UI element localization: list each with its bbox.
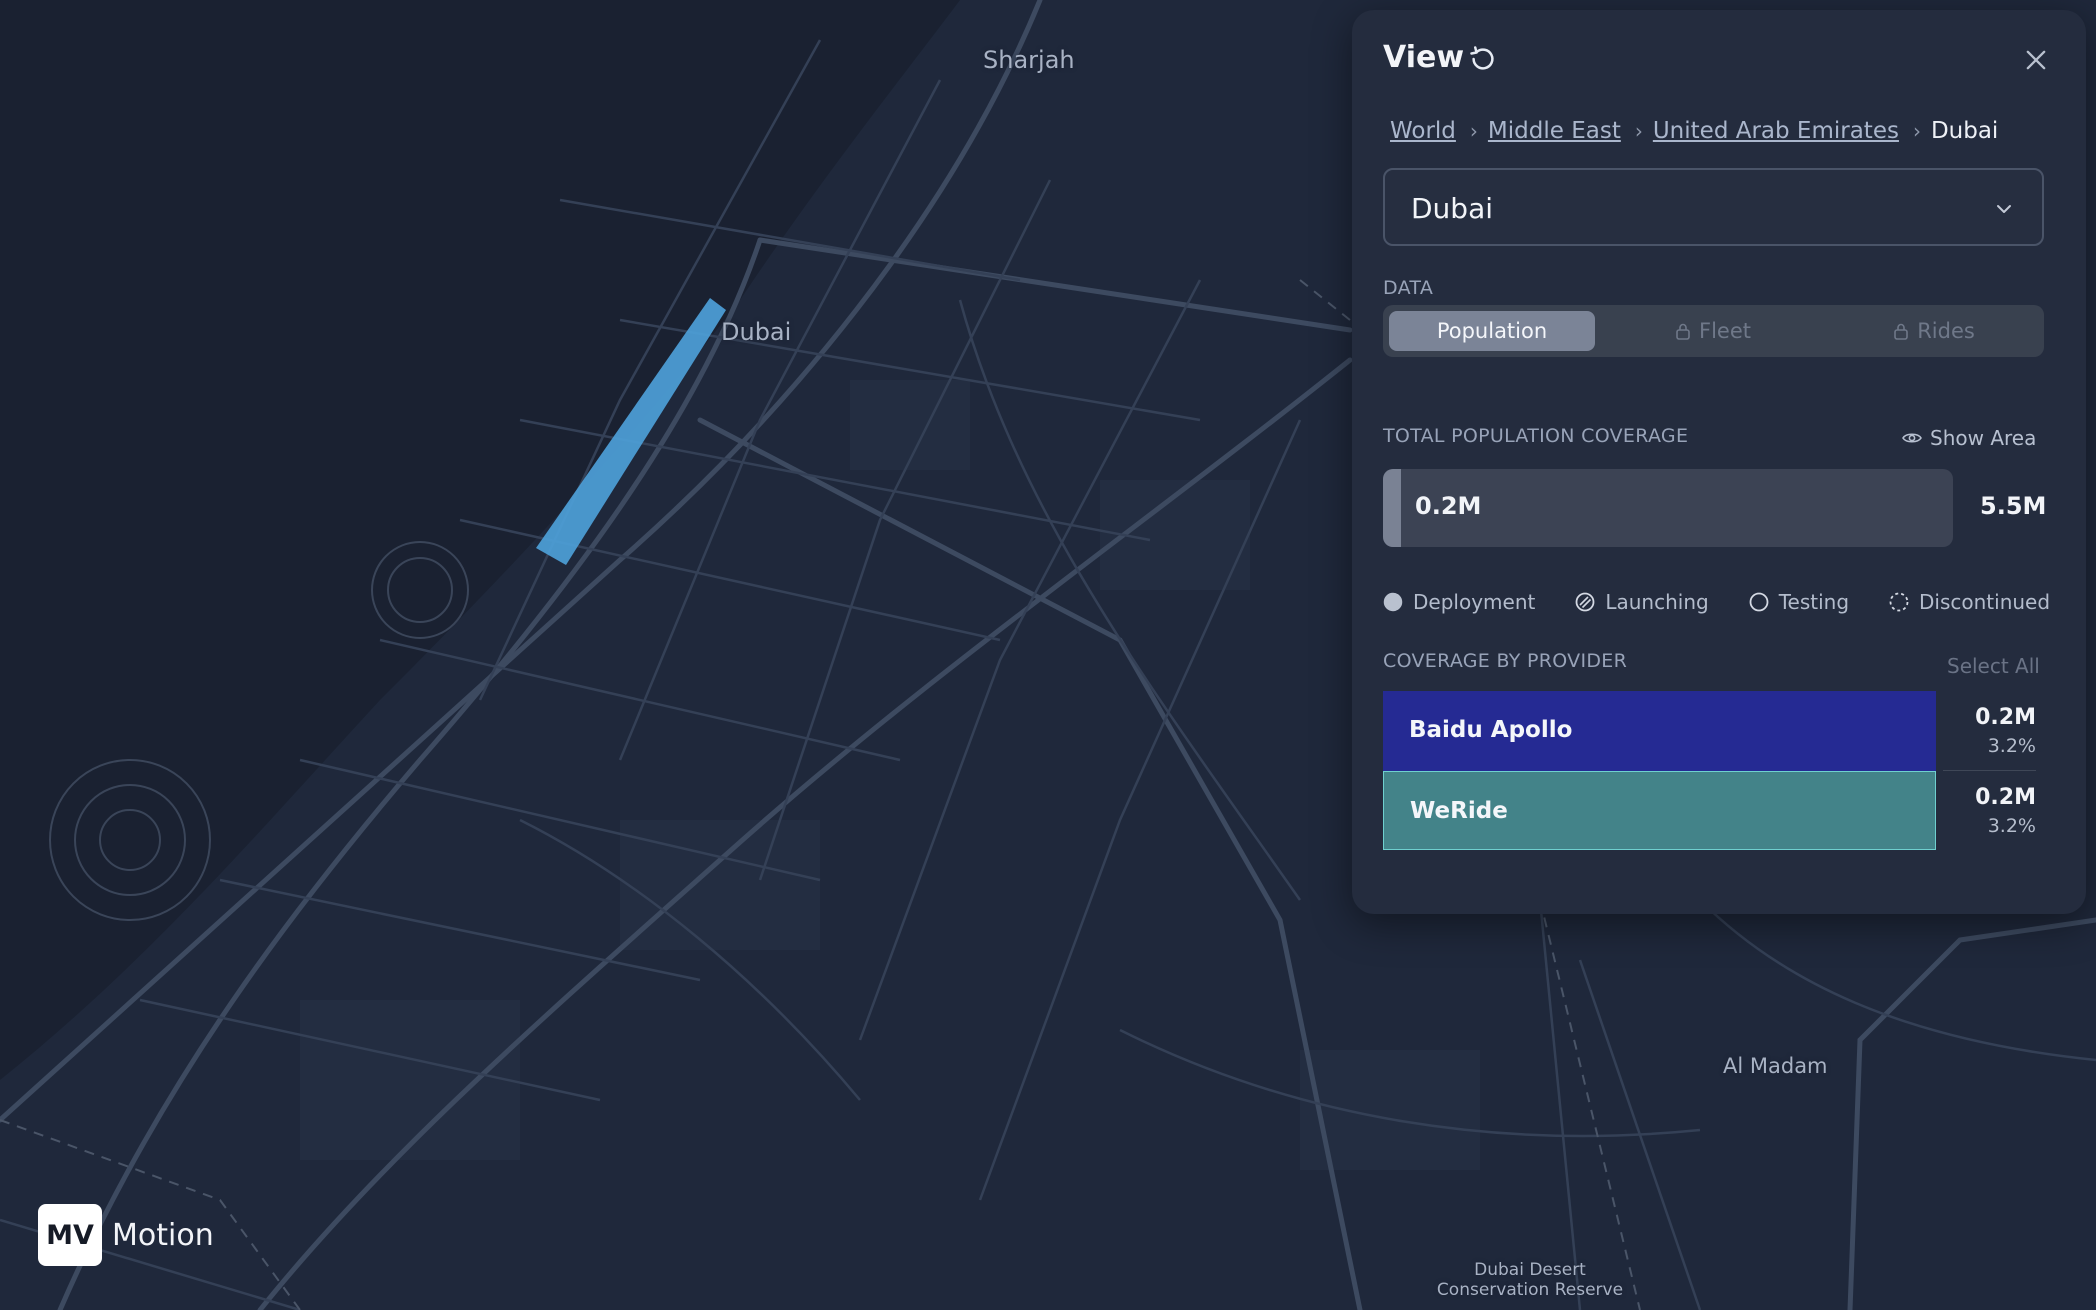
legend-launching[interactable]: Launching (1575, 590, 1709, 614)
select-all-button[interactable]: Select All (1947, 654, 2040, 678)
hatched-circle-icon (1575, 592, 1595, 612)
tab-rides[interactable]: Rides (1831, 311, 2037, 351)
total-coverage-max: 5.5M (1980, 492, 2047, 520)
data-tabs: Population Fleet Rides (1383, 305, 2044, 357)
provider-value: 0.2M (1975, 705, 2036, 730)
breadcrumb-middle-east[interactable]: Middle East (1488, 118, 1621, 144)
map-label-conservation-reserve: Dubai Desert Conservation Reserve (1420, 1260, 1640, 1300)
tab-population[interactable]: Population (1389, 311, 1595, 351)
legend-discontinued-label: Discontinued (1919, 590, 2051, 614)
legend-launching-label: Launching (1605, 590, 1709, 614)
legend-discontinued[interactable]: Discontinued (1889, 590, 2050, 614)
chevron-right-icon: › (1912, 119, 1921, 143)
tab-fleet-label: Fleet (1699, 319, 1751, 343)
provider-value: 0.2M (1975, 785, 2036, 810)
total-coverage-value: 0.2M (1415, 492, 1482, 520)
legend-testing[interactable]: Testing (1749, 590, 1849, 614)
total-coverage-bar: 0.2M (1383, 469, 1953, 547)
reset-icon[interactable] (1468, 44, 1498, 74)
region-select[interactable]: Dubai (1383, 168, 2044, 246)
map-label-sharjah: Sharjah (983, 46, 1075, 74)
breadcrumb-current: Dubai (1930, 118, 1999, 144)
dashed-circle-icon (1889, 592, 1909, 612)
breadcrumb-world[interactable]: World (1390, 118, 1456, 144)
provider-name: WeRide (1410, 798, 1508, 824)
logo-name: Motion (112, 1217, 214, 1253)
hollow-circle-icon (1749, 592, 1769, 612)
coverage-by-provider-label: COVERAGE BY PROVIDER (1383, 650, 1628, 672)
eye-icon (1902, 433, 1922, 443)
map-label-reserve-line2: Conservation Reserve (1436, 1280, 1624, 1300)
status-legend: Deployment Launching Testing Discontinue… (1383, 590, 2050, 614)
total-coverage-bar-fill (1383, 469, 1402, 547)
chevron-right-icon: › (1634, 119, 1643, 143)
provider-name: Baidu Apollo (1409, 717, 1573, 743)
provider-percent: 3.2% (1987, 815, 2036, 837)
legend-deployment-label: Deployment (1413, 590, 1536, 614)
chevron-right-icon: › (1469, 119, 1478, 143)
lock-icon (1676, 323, 1690, 340)
show-area-label: Show Area (1930, 426, 2037, 450)
provider-bar[interactable]: Baidu Apollo (1383, 691, 1936, 771)
breadcrumb-united-arab-emirates[interactable]: United Arab Emirates (1653, 118, 1899, 144)
legend-testing-label: Testing (1778, 590, 1850, 614)
panel-title: View (1383, 40, 1465, 75)
map-label-al-madam: Al Madam (1723, 1054, 1828, 1078)
map-label-dubai: Dubai (721, 318, 792, 346)
data-section-label: DATA (1383, 277, 1434, 299)
tab-fleet[interactable]: Fleet (1610, 311, 1816, 351)
lock-icon (1894, 323, 1908, 340)
filled-circle-icon (1383, 592, 1403, 612)
show-area-toggle[interactable]: Show Area (1902, 426, 2036, 450)
provider-percent: 3.2% (1987, 735, 2036, 757)
tab-rides-label: Rides (1917, 319, 1975, 343)
region-select-value: Dubai (1411, 192, 1494, 225)
brand-logo[interactable]: MV Motion (38, 1204, 214, 1266)
total-coverage-label: TOTAL POPULATION COVERAGE (1383, 425, 1689, 447)
breadcrumb: World › Middle East › United Arab Emirat… (1390, 118, 1998, 144)
provider-row-weride: WeRide 0.2M 3.2% (1383, 771, 2044, 851)
map-label-reserve-line1: Dubai Desert (1474, 1260, 1586, 1280)
view-panel: View World › Middle East › United Arab E… (1352, 10, 2086, 914)
tab-population-label: Population (1436, 319, 1548, 343)
chevron-down-icon (1997, 205, 2011, 213)
close-icon[interactable] (2022, 46, 2050, 74)
provider-bar[interactable]: WeRide (1383, 771, 1936, 850)
logo-badge: MV (38, 1204, 102, 1266)
provider-row-baidu-apollo: Baidu Apollo 0.2M 3.2% (1383, 691, 2044, 771)
legend-deployment[interactable]: Deployment (1383, 590, 1535, 614)
